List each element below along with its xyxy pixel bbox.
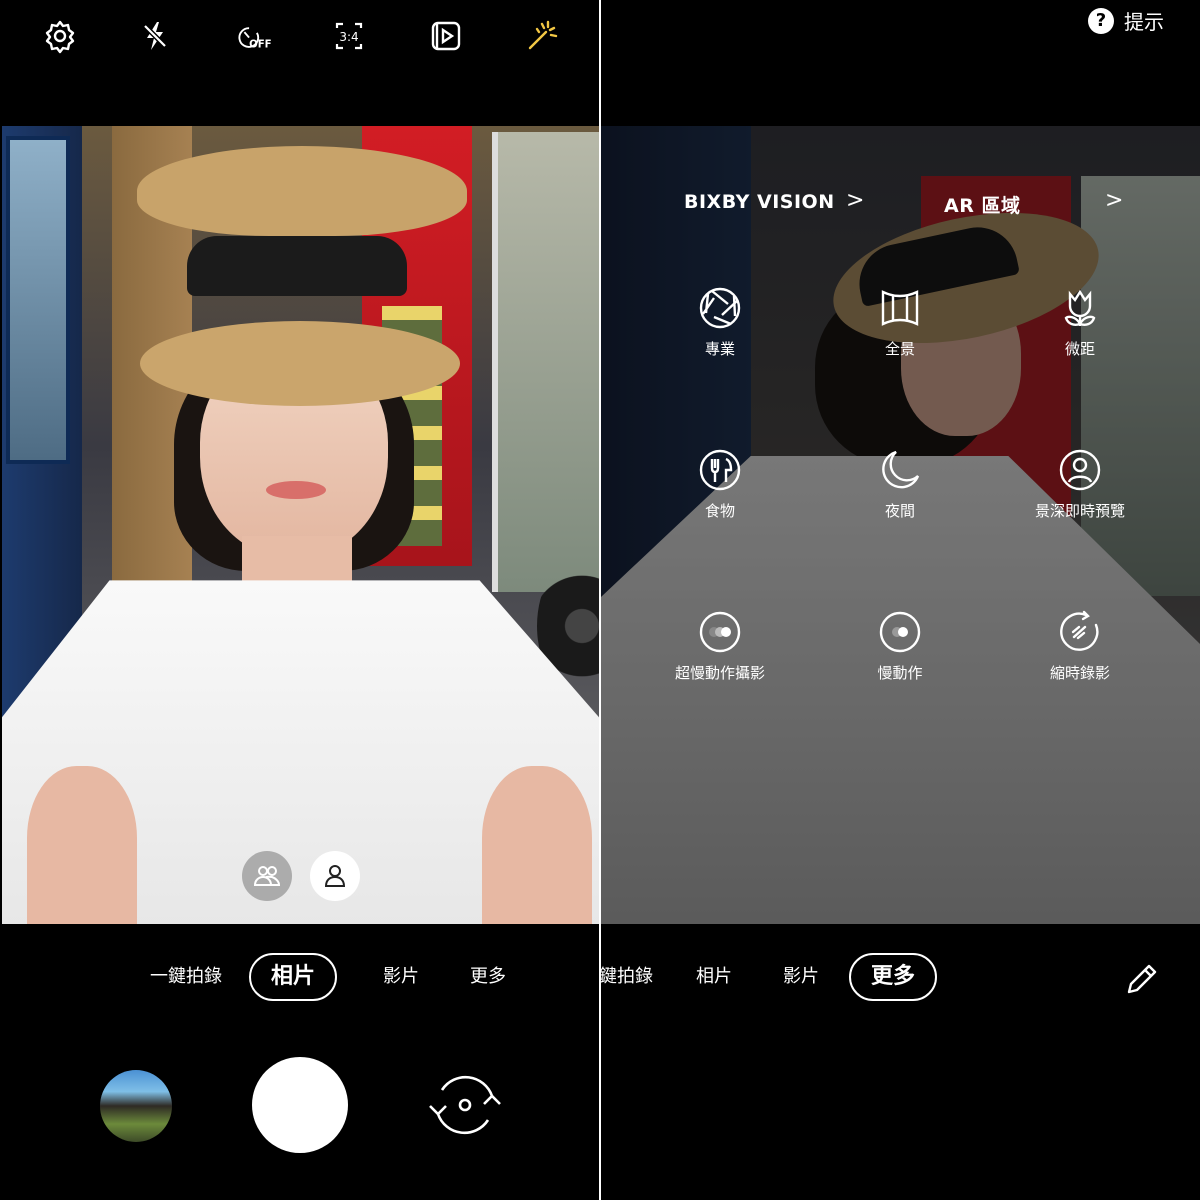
moon-icon (878, 448, 922, 492)
ar-zone-link[interactable]: AR 區域 (944, 191, 1020, 218)
mode-one-take[interactable]: 鍵拍錄 (601, 962, 653, 988)
gallery-thumbnail[interactable] (100, 1070, 172, 1142)
camera-viewfinder[interactable] (2, 126, 599, 924)
chevron-right-icon: > (1105, 188, 1124, 213)
mode-label: 縮時錄影 (1049, 664, 1110, 682)
mode-label: 超慢動作攝影 (674, 664, 765, 682)
mode-label: 食物 (704, 502, 735, 520)
slow-motion-icon (878, 610, 922, 654)
food-icon (698, 448, 742, 492)
group-people-icon[interactable] (242, 851, 292, 901)
window (6, 136, 70, 464)
mode-panorama[interactable]: 全景 (830, 286, 970, 359)
panorama-icon (878, 286, 922, 330)
aspect-ratio-label: 3:4 (339, 30, 358, 44)
mode-live-focus[interactable]: 景深即時預覽 (1010, 448, 1150, 521)
hint-button[interactable]: ? 提示 (1088, 6, 1164, 35)
mode-more-selected[interactable]: 更多 (849, 953, 938, 1001)
hat-brim (140, 321, 460, 406)
mode-label: 慢動作 (877, 664, 923, 682)
mode-label: 全景 (884, 340, 915, 358)
camera-screen-photo: OFF 3:4 一鍵拍錄 相片 影片 更多 (0, 0, 599, 1200)
pencil-icon[interactable] (1121, 958, 1161, 998)
mode-video[interactable]: 影片 (383, 962, 419, 988)
chevron-right-icon: > (846, 188, 865, 213)
mode-more[interactable]: 更多 (470, 962, 506, 988)
mode-macro[interactable]: 微距 (1010, 286, 1150, 359)
left-arm (27, 766, 137, 924)
dim-overlay (601, 126, 1200, 924)
mode-pro[interactable]: 專業 (650, 286, 790, 359)
mode-label: 微距 (1064, 340, 1095, 358)
bixby-vision-link[interactable]: BIXBY VISION (684, 191, 835, 213)
super-slow-icon (698, 610, 742, 654)
lips (266, 481, 326, 499)
mode-label: 景深即時預覽 (1034, 502, 1125, 520)
hat-crown (137, 146, 467, 236)
mode-night[interactable]: 夜間 (830, 448, 970, 521)
hint-label: 提示 (1124, 10, 1164, 34)
flash-off-icon[interactable] (135, 16, 175, 56)
mode-slow-mo[interactable]: 慢動作 (830, 610, 970, 683)
question-icon: ? (1088, 7, 1114, 34)
mode-hyperlapse[interactable]: 縮時錄影 (1010, 610, 1150, 683)
camera-screen-more-modes: ? 提示 BIXBY VISION > AR 區域 > 專業 全景 微距 食物 … (601, 0, 1200, 1200)
portrait-icon (1058, 448, 1102, 492)
switch-camera-icon[interactable] (426, 1068, 504, 1142)
hyperlapse-icon (1058, 610, 1102, 654)
aperture-icon (698, 286, 742, 330)
timer-icon[interactable]: OFF (230, 16, 276, 56)
mode-label: 夜間 (884, 502, 915, 520)
aspect-ratio-icon[interactable]: 3:4 (329, 16, 369, 56)
mode-photo[interactable]: 相片 (696, 962, 732, 988)
motion-photo-icon[interactable] (426, 16, 466, 56)
mode-super-slow-mo[interactable]: 超慢動作攝影 (650, 610, 790, 683)
shutter-button[interactable] (252, 1057, 348, 1153)
mode-photo-selected[interactable]: 相片 (249, 953, 338, 1001)
mode-one-take[interactable]: 一鍵拍錄 (150, 962, 222, 988)
dimmed-viewfinder (601, 126, 1200, 924)
mode-label: 專業 (704, 340, 735, 358)
mode-food[interactable]: 食物 (650, 448, 790, 521)
gear-icon[interactable] (40, 16, 80, 56)
hat-band (187, 236, 407, 296)
right-arm (482, 766, 592, 924)
single-person-icon[interactable] (310, 851, 360, 901)
sparkle-icon[interactable] (522, 16, 562, 56)
timer-label: OFF (249, 40, 271, 51)
glass-fridge (492, 132, 599, 592)
mode-video[interactable]: 影片 (783, 962, 819, 988)
tulip-icon (1058, 286, 1102, 330)
